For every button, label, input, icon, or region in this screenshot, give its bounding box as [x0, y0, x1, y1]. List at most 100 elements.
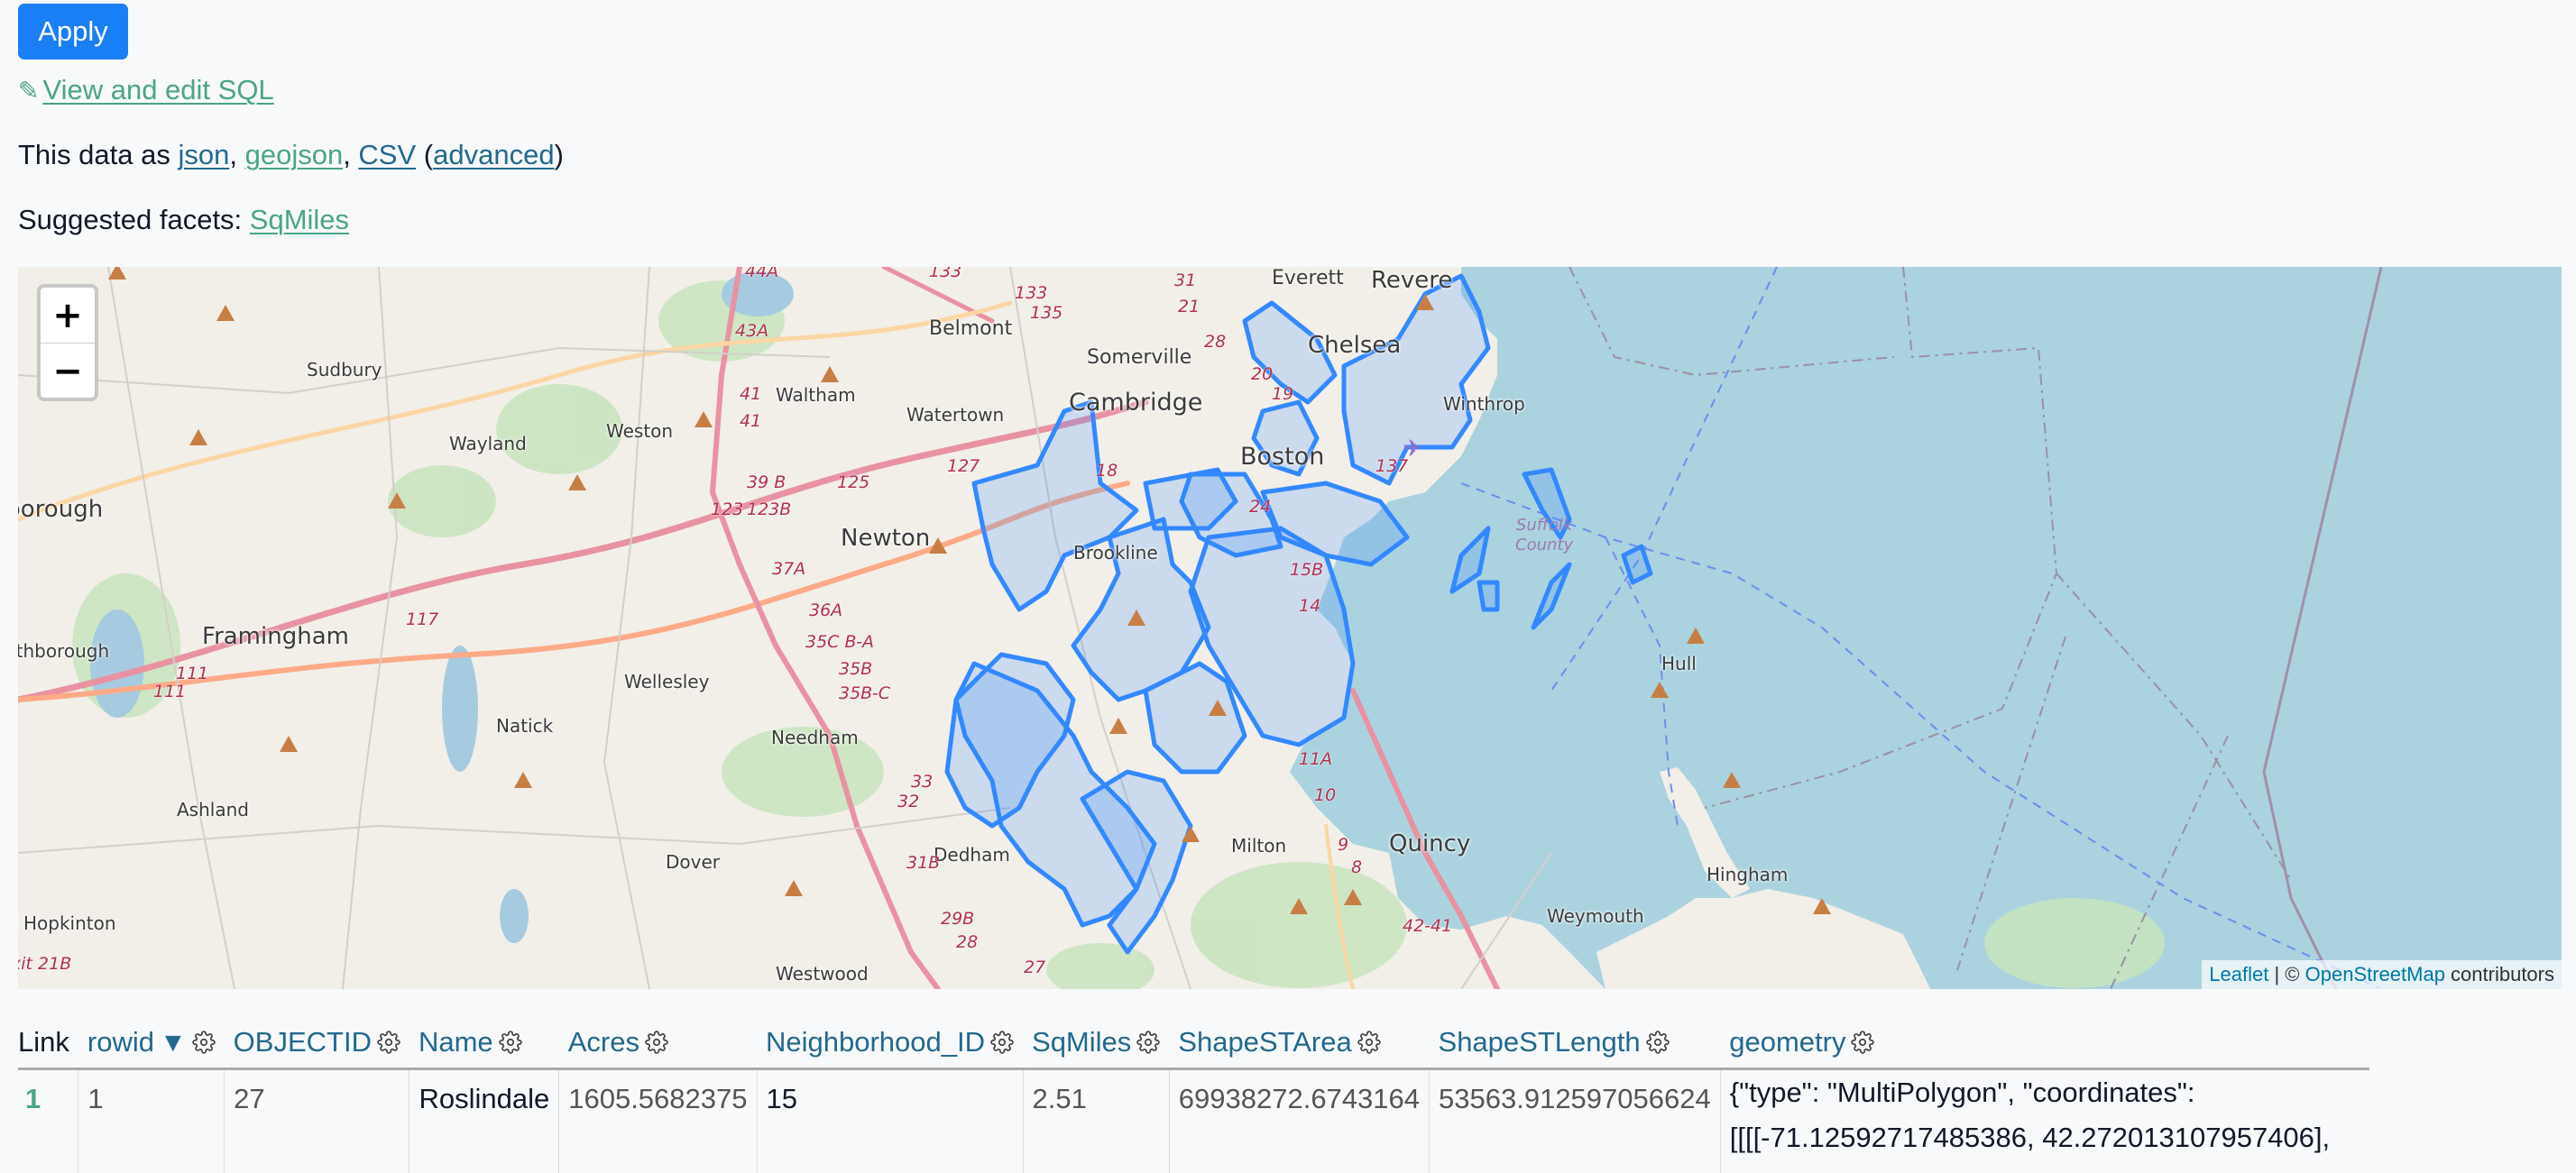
zoom-out-button[interactable]: −	[41, 344, 95, 399]
gear-icon[interactable]	[645, 1031, 668, 1054]
osm-link[interactable]: OpenStreetMap	[2305, 963, 2445, 985]
place-label: Milton	[1231, 835, 1286, 857]
road-label: 133	[929, 267, 961, 281]
gear-icon[interactable]	[1357, 1031, 1381, 1054]
gear-icon[interactable]	[1136, 1031, 1160, 1054]
road-label: 28	[956, 932, 978, 952]
column-header-acres[interactable]: Acres	[559, 1019, 757, 1069]
column-label[interactable]: Name	[419, 1026, 493, 1058]
column-header-rowid[interactable]: rowid▼	[78, 1019, 225, 1069]
column-header-shapestarea[interactable]: ShapeSTArea	[1169, 1019, 1429, 1069]
gear-icon[interactable]	[1851, 1031, 1874, 1054]
road-label: 35B-C	[839, 683, 890, 703]
road-label: 20	[1251, 364, 1273, 384]
place-label: Ashland	[177, 799, 249, 820]
road-label: 117	[406, 609, 438, 629]
road-label: 41	[740, 411, 761, 431]
leaflet-link[interactable]: Leaflet	[2209, 963, 2268, 985]
column-label[interactable]: geometry	[1729, 1026, 1845, 1058]
row-link[interactable]: 1	[25, 1083, 41, 1114]
place-label: Framingham	[202, 623, 349, 650]
place-label: Winthrop	[1443, 393, 1525, 415]
road-label: 35C B-A	[805, 632, 874, 652]
geojson-link[interactable]: geojson	[245, 139, 344, 170]
column-label[interactable]: ShapeSTLength	[1439, 1026, 1641, 1058]
place-label: Weston	[606, 420, 673, 442]
road-label: 10	[1314, 785, 1336, 805]
road-label: 137	[1375, 456, 1408, 476]
table-header-row: Link rowid▼ OBJECTID Name Acres Neighbor…	[18, 1019, 2369, 1069]
road-label: 28	[1204, 332, 1226, 352]
road-label: 36A	[809, 600, 842, 620]
column-label[interactable]: SqMiles	[1032, 1026, 1131, 1058]
sort-desc-icon: ▼	[160, 1028, 187, 1058]
attribution-suffix: contributors	[2445, 963, 2554, 985]
sql-link-row: ✎View and edit SQL	[18, 74, 274, 106]
place-label: Hopkinton	[23, 912, 116, 934]
column-label[interactable]: OBJECTID	[234, 1026, 372, 1058]
place-label: Hingham	[1707, 864, 1788, 885]
road-label: 35B	[839, 659, 872, 679]
place-label: Hull	[1661, 653, 1697, 674]
place-label: Needham	[771, 727, 859, 748]
road-label: 21	[1178, 297, 1200, 316]
apply-button[interactable]: Apply	[18, 4, 128, 60]
gear-icon[interactable]	[990, 1031, 1014, 1054]
view-edit-sql-link[interactable]: View and edit SQL	[42, 74, 273, 105]
column-label[interactable]: Neighborhood_ID	[766, 1026, 985, 1058]
road-label: 41	[740, 384, 761, 404]
column-header-sqmiles[interactable]: SqMiles	[1023, 1019, 1169, 1069]
map-tiles: ✈	[18, 267, 2562, 989]
map[interactable]: ✈ Everett Revere Chelsea Belmont Somervi…	[18, 267, 2562, 989]
cell-shapestarea: 69938272.6743164	[1169, 1069, 1429, 1173]
place-label: Wellesley	[624, 671, 709, 692]
county-label-line: Suffolk	[1515, 516, 1573, 536]
export-links: This data as json, geojson, CSV (advance…	[18, 139, 564, 171]
road-label: 111	[176, 664, 208, 683]
gear-icon[interactable]	[192, 1031, 216, 1054]
column-header-link: Link	[18, 1019, 78, 1069]
csv-link[interactable]: CSV	[358, 139, 416, 170]
road-label: 32	[897, 792, 919, 811]
place-label: Wayland	[449, 433, 527, 454]
cell-neighborhood-id: 15	[757, 1069, 1023, 1173]
place-label: Waltham	[776, 384, 856, 406]
separator: ,	[343, 139, 358, 170]
place-label: Everett	[1272, 267, 1344, 289]
json-link[interactable]: json	[178, 139, 229, 170]
export-prefix: This data as	[18, 139, 178, 170]
road-label: 33	[911, 772, 933, 792]
place-label: Chelsea	[1308, 332, 1401, 359]
facet-sqmiles-link[interactable]: SqMiles	[250, 204, 349, 235]
column-header-geometry[interactable]: geometry	[1720, 1019, 2369, 1069]
table-row: 1 1 27 Roslindale 1605.5682375 15 2.51 6…	[18, 1069, 2369, 1173]
cell-objectid: 27	[225, 1069, 409, 1173]
road-label: 44A	[745, 267, 778, 281]
column-header-name[interactable]: Name	[409, 1019, 559, 1069]
road-label: 133	[1015, 283, 1047, 303]
road-label: 123B	[747, 499, 791, 519]
road-label: 11A	[1299, 749, 1332, 769]
zoom-in-button[interactable]: +	[41, 288, 95, 344]
results-table: Link rowid▼ OBJECTID Name Acres Neighbor…	[18, 1019, 2369, 1173]
place-label: Dover	[666, 851, 720, 873]
place-label: Newton	[841, 525, 930, 552]
road-label: 29B	[941, 909, 974, 929]
place-label: Natick	[496, 715, 553, 737]
column-label[interactable]: rowid	[87, 1026, 154, 1058]
polygon-island-5	[1479, 582, 1497, 609]
cell-sqmiles: 2.51	[1023, 1069, 1169, 1173]
column-header-neighborhood-id[interactable]: Neighborhood_ID	[757, 1019, 1023, 1069]
road-label: 24	[1249, 497, 1271, 517]
column-label[interactable]: ShapeSTArea	[1178, 1026, 1351, 1058]
gear-icon[interactable]	[1646, 1031, 1670, 1054]
road-label: 127	[947, 456, 980, 476]
column-label[interactable]: Acres	[568, 1026, 639, 1058]
gear-icon[interactable]	[377, 1031, 400, 1054]
place-label: Cambridge	[1069, 389, 1202, 417]
column-header-objectid[interactable]: OBJECTID	[225, 1019, 409, 1069]
place-label: Revere	[1371, 267, 1452, 294]
advanced-link[interactable]: advanced	[433, 139, 554, 170]
column-header-shapestlength[interactable]: ShapeSTLength	[1430, 1019, 1721, 1069]
gear-icon[interactable]	[499, 1031, 522, 1054]
